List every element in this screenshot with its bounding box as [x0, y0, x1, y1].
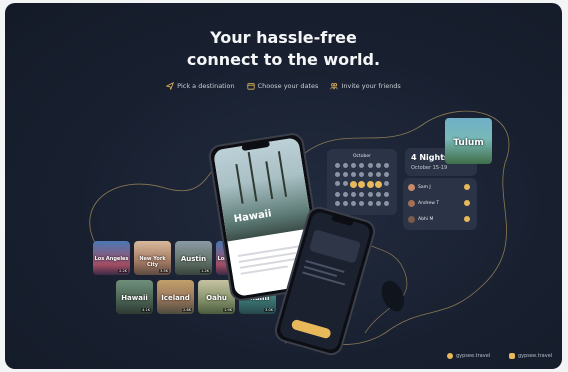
friend-name: Sam J	[418, 184, 431, 190]
card-tag: 2.2K	[118, 269, 128, 273]
footer-website-label: gypsee.travel	[456, 353, 491, 359]
paper-plane-icon	[166, 82, 175, 90]
step-label: Invite your friends	[341, 82, 401, 90]
card-label: Los Angeles	[94, 256, 129, 262]
destination-card-austin[interactable]: Austin 1.2K	[175, 241, 212, 275]
hero-frame: Your hassle-free connect to the world. P…	[5, 3, 562, 369]
check-icon	[464, 184, 470, 190]
footer: gypsee.travel gypsee.travel	[5, 351, 562, 363]
friend-row[interactable]: Abhi M	[408, 213, 470, 225]
destination-card-tulum[interactable]: Tulum	[445, 118, 492, 164]
card-label: Oahu	[206, 294, 227, 302]
people-icon	[330, 83, 338, 90]
step-label: Pick a destination	[177, 82, 235, 90]
hero-title-line-2: connect to the world.	[186, 50, 381, 69]
footer-website[interactable]: gypsee.travel	[447, 353, 490, 359]
calendar-month: October	[352, 154, 371, 159]
trip-dates: October 15-19	[411, 165, 448, 171]
globe-icon	[447, 353, 453, 359]
calendar-grid	[333, 163, 391, 206]
check-icon	[464, 200, 470, 206]
step-choose-dates: Choose your dates	[247, 82, 319, 90]
destination-card-los-angeles[interactable]: Los Angeles 2.2K	[93, 241, 130, 275]
friend-row[interactable]: Sam J	[408, 181, 470, 193]
footer-instagram[interactable]: gypsee.travel	[509, 353, 552, 359]
friend-row[interactable]: Andrew T	[408, 197, 470, 209]
destination-card-iceland[interactable]: Iceland 2.6K	[157, 280, 194, 314]
card-label: Hawaii	[121, 294, 148, 302]
card-label: New York City	[139, 256, 166, 268]
card-label: Tulum	[453, 138, 484, 148]
calendar-panel: October	[327, 149, 397, 215]
friend-name: Andrew T	[418, 200, 440, 206]
trip-card	[308, 229, 362, 264]
step-invite-friends: Invite your friends	[330, 82, 401, 90]
step-label: Choose your dates	[257, 82, 319, 90]
avatar	[408, 183, 415, 191]
destination-card-new-york-city[interactable]: New York City 3.5K	[134, 241, 171, 275]
card-tag: 1.2K	[200, 269, 210, 273]
destination-card-hawaii[interactable]: Hawaii 4.1K	[116, 280, 153, 314]
calendar-icon	[247, 83, 255, 90]
card-tag: 2.6K	[182, 308, 192, 312]
card-tag: 4.1K	[141, 308, 151, 312]
step-pick-destination: Pick a destination	[166, 82, 235, 90]
trip-nights: 4 Nights	[411, 153, 449, 162]
check-icon	[464, 216, 470, 222]
palm-tree-photo	[212, 137, 313, 242]
card-tag: 1.9K	[223, 308, 233, 312]
footer-instagram-label: gypsee.travel	[518, 353, 553, 359]
card-tag: 3.5K	[159, 269, 169, 273]
friend-name: Abhi M	[418, 216, 434, 222]
continue-button[interactable]	[290, 318, 332, 340]
avatar	[408, 199, 415, 207]
card-tag: 3.0K	[264, 308, 274, 312]
instagram-icon	[509, 353, 515, 359]
avatar	[408, 215, 415, 223]
card-label: Austin	[180, 255, 207, 263]
steps-list: Pick a destination Choose your dates Inv…	[5, 82, 562, 90]
card-label: Iceland	[161, 294, 190, 302]
friends-panel: Sam J Andrew T Abhi M	[403, 178, 477, 230]
hero-title-line-1: Your hassle-free	[210, 28, 357, 47]
